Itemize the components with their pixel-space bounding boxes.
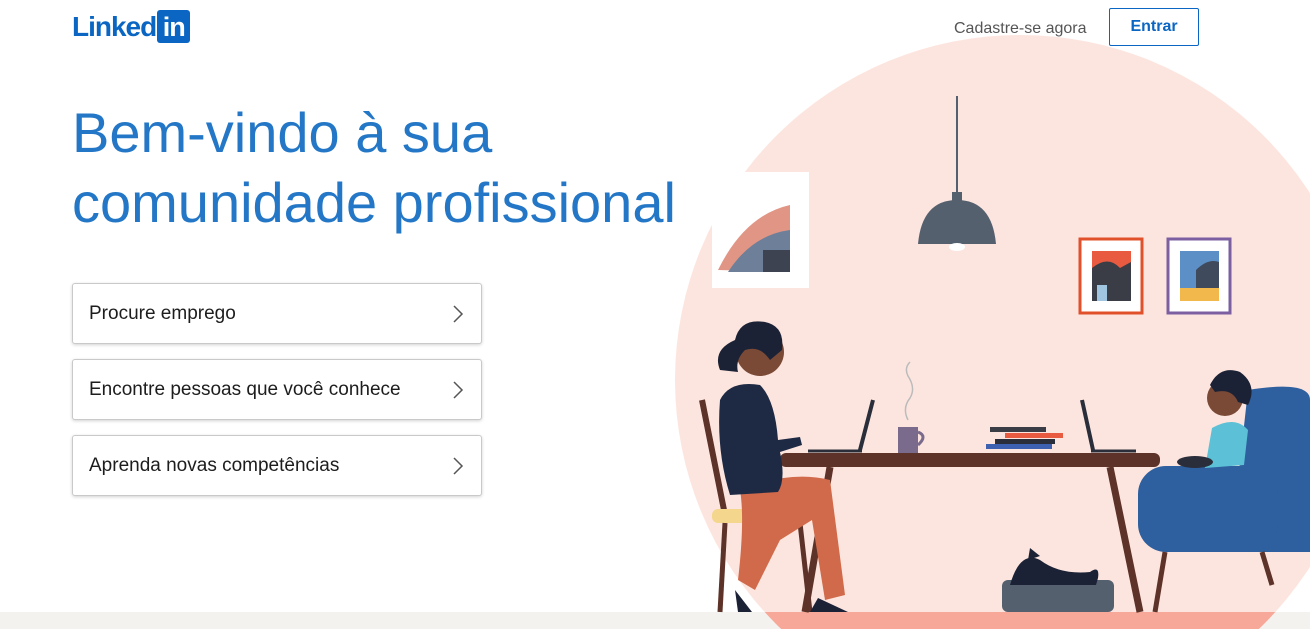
- join-now-link[interactable]: Cadastre-se agora: [954, 20, 1087, 38]
- linkedin-logo[interactable]: Linked in: [72, 10, 191, 43]
- chevron-right-icon: [453, 304, 464, 323]
- logo-in-box: in: [157, 10, 191, 43]
- frame-right-icon: [1166, 237, 1232, 315]
- option-search-jobs[interactable]: Procure emprego: [72, 283, 482, 344]
- options-list: Procure emprego Encontre pessoas que voc…: [72, 283, 482, 511]
- option-label: Encontre pessoas que você conhece: [89, 378, 401, 400]
- option-find-people[interactable]: Encontre pessoas que você conhece: [72, 359, 482, 420]
- option-learn-skills[interactable]: Aprenda novas competências: [72, 435, 482, 496]
- logo-wordmark: Linked: [72, 11, 157, 42]
- sign-in-button[interactable]: Entrar: [1109, 8, 1199, 46]
- window-icon: [712, 172, 809, 288]
- option-label: Aprenda novas competências: [89, 454, 340, 476]
- page-title: Bem-vindo à sua comunidade profissional: [72, 101, 676, 234]
- chevron-right-icon: [453, 456, 464, 475]
- frame-left-icon: [1078, 237, 1144, 315]
- option-label: Procure emprego: [89, 302, 236, 324]
- chevron-right-icon: [453, 380, 464, 399]
